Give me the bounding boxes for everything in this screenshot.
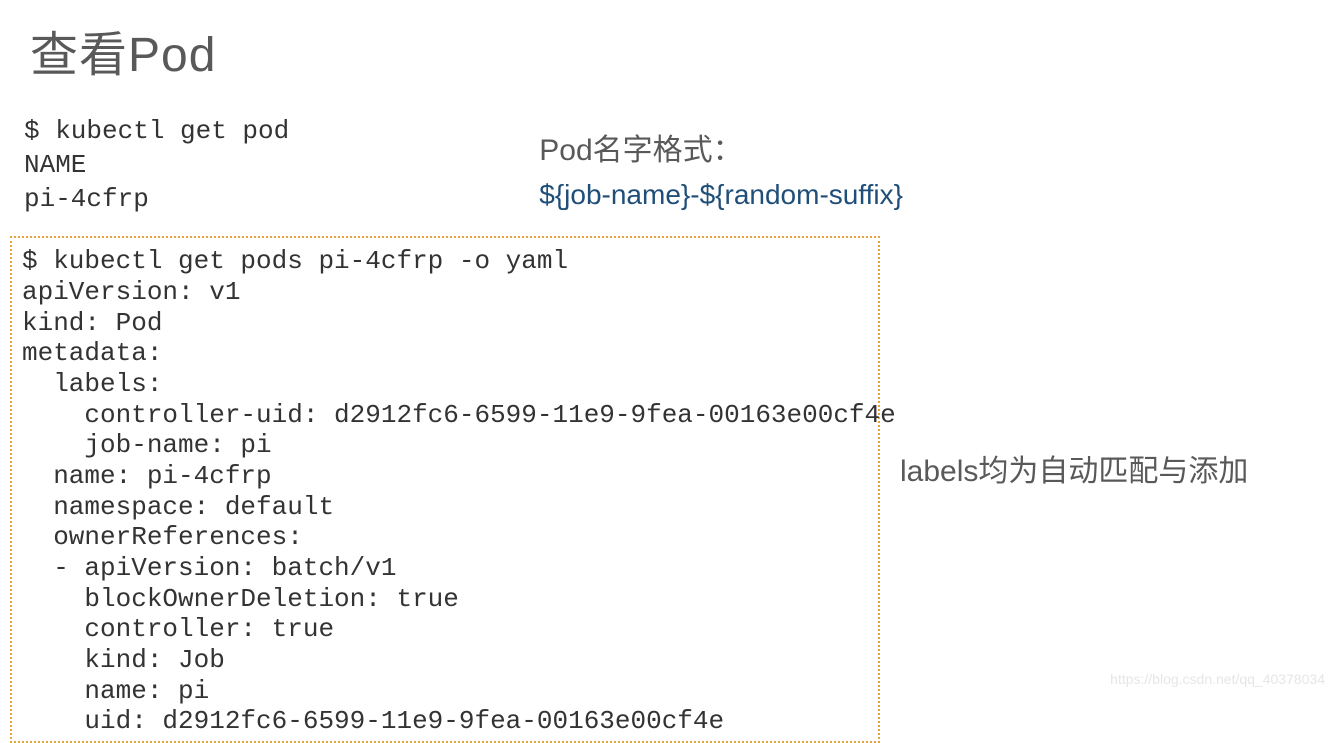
pod-name-format-pattern: ${job-name}-${random-suffix} — [539, 179, 903, 211]
yaml-output-box: $ kubectl get pods pi-4cfrp -o yaml apiV… — [10, 236, 880, 743]
top-content-row: $ kubectl get pod NAME pi-4cfrp Pod名字格式：… — [0, 85, 1335, 216]
labels-annotation: labels均为自动匹配与添加 — [880, 236, 1248, 490]
yaml-content-row: $ kubectl get pods pi-4cfrp -o yaml apiV… — [0, 216, 1335, 743]
page-title: 查看Pod — [0, 0, 1335, 85]
command-column: $ kubectl get pod NAME pi-4cfrp — [20, 115, 289, 216]
watermark-text: https://blog.csdn.net/qq_40378034 — [1110, 671, 1325, 687]
kubectl-get-pod-command: $ kubectl get pod NAME pi-4cfrp — [20, 115, 289, 216]
format-column: Pod名字格式： ${job-name}-${random-suffix} — [329, 115, 903, 216]
pod-name-format-label: Pod名字格式： — [539, 125, 903, 169]
kubectl-yaml-output: $ kubectl get pods pi-4cfrp -o yaml apiV… — [22, 246, 868, 737]
